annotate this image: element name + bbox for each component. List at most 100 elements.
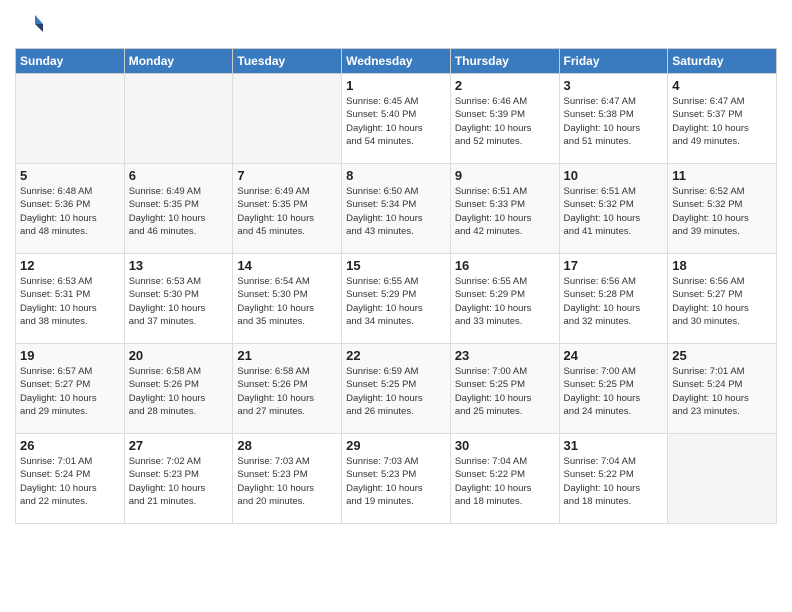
calendar-cell: [233, 74, 342, 164]
calendar-cell: 15Sunrise: 6:55 AM Sunset: 5:29 PM Dayli…: [342, 254, 451, 344]
day-number: 14: [237, 258, 337, 273]
day-info: Sunrise: 6:55 AM Sunset: 5:29 PM Dayligh…: [455, 275, 555, 328]
week-row-3: 12Sunrise: 6:53 AM Sunset: 5:31 PM Dayli…: [16, 254, 777, 344]
day-number: 16: [455, 258, 555, 273]
day-info: Sunrise: 7:01 AM Sunset: 5:24 PM Dayligh…: [672, 365, 772, 418]
calendar-cell: 26 Sunrise: 7:01 AM Sunset: 5:24 PM Dayli…: [16, 434, 125, 524]
calendar-cell: 16 Sunrise: 6:55 AM Sunset: 5:29 PM Dayli…: [450, 254, 559, 344]
day-number: 22: [346, 348, 446, 363]
logo-icon: [15, 10, 45, 40]
day-number: 25: [672, 348, 772, 363]
calendar-cell: [124, 74, 233, 164]
day-number: 30: [455, 438, 555, 453]
day-number: 28: [237, 438, 337, 453]
day-info: Sunrise: 7:04 AM Sunset: 5:22 PM Dayligh…: [455, 455, 555, 508]
day-info: Sunrise: 6:46 AM Sunset: 5:39 PM Dayligh…: [455, 95, 555, 148]
day-info: Sunrise: 6:57 AM Sunset: 5:27 PM Dayligh…: [20, 365, 120, 418]
day-number: 27: [129, 438, 229, 453]
day-number: 10: [564, 168, 664, 183]
calendar-cell: 4 Sunrise: 6:47 AM Sunset: 5:37 PM Daylig…: [668, 74, 777, 164]
calendar-table: SundayMondayTuesdayWednesdayThursdayFrid…: [15, 48, 777, 524]
calendar-cell: 1 Sunrise: 6:45 AM Sunset: 5:40 PM Daylig…: [342, 74, 451, 164]
calendar-cell: 18 Sunrise: 6:56 AM Sunset: 5:27 PM Dayli…: [668, 254, 777, 344]
day-number: 23: [455, 348, 555, 363]
calendar-cell: 28 Sunrise: 7:03 AM Sunset: 5:23 PM Dayli…: [233, 434, 342, 524]
day-number: 31: [564, 438, 664, 453]
day-info: Sunrise: 7:01 AM Sunset: 5:24 PM Dayligh…: [20, 455, 120, 508]
weekday-header-saturday: Saturday: [668, 49, 777, 74]
day-number: 7: [237, 168, 337, 183]
calendar-cell: 12Sunrise: 6:53 AM Sunset: 5:31 PM Dayli…: [16, 254, 125, 344]
day-number: 24: [564, 348, 664, 363]
calendar-cell: 3 Sunrise: 6:47 AM Sunset: 5:38 PM Daylig…: [559, 74, 668, 164]
day-info: Sunrise: 6:50 AM Sunset: 5:34 PM Dayligh…: [346, 185, 446, 238]
day-info: Sunrise: 7:03 AM Sunset: 5:23 PM Dayligh…: [237, 455, 337, 508]
calendar-cell: 19 Sunrise: 6:57 AM Sunset: 5:27 PM Dayli…: [16, 344, 125, 434]
day-info: Sunrise: 6:55 AM Sunset: 5:29 PM Dayligh…: [346, 275, 446, 328]
calendar-cell: 9 Sunrise: 6:51 AM Sunset: 5:33 PM Daylig…: [450, 164, 559, 254]
day-info: Sunrise: 7:04 AM Sunset: 5:22 PM Dayligh…: [564, 455, 664, 508]
week-row-5: 26 Sunrise: 7:01 AM Sunset: 5:24 PM Dayli…: [16, 434, 777, 524]
calendar-cell: 14Sunrise: 6:54 AM Sunset: 5:30 PM Dayli…: [233, 254, 342, 344]
calendar-cell: [668, 434, 777, 524]
day-number: 29: [346, 438, 446, 453]
calendar-cell: 2Sunrise: 6:46 AM Sunset: 5:39 PM Daylig…: [450, 74, 559, 164]
weekday-header-sunday: Sunday: [16, 49, 125, 74]
day-info: Sunrise: 6:47 AM Sunset: 5:37 PM Dayligh…: [672, 95, 772, 148]
calendar-cell: 11 Sunrise: 6:52 AM Sunset: 5:32 PM Dayli…: [668, 164, 777, 254]
weekday-header-friday: Friday: [559, 49, 668, 74]
day-info: Sunrise: 6:59 AM Sunset: 5:25 PM Dayligh…: [346, 365, 446, 418]
day-number: 17: [564, 258, 664, 273]
day-number: 9: [455, 168, 555, 183]
day-info: Sunrise: 6:58 AM Sunset: 5:26 PM Dayligh…: [129, 365, 229, 418]
day-number: 13: [129, 258, 229, 273]
calendar-cell: 25 Sunrise: 7:01 AM Sunset: 5:24 PM Dayli…: [668, 344, 777, 434]
day-info: Sunrise: 6:47 AM Sunset: 5:38 PM Dayligh…: [564, 95, 664, 148]
day-number: 11: [672, 168, 772, 183]
day-info: Sunrise: 7:00 AM Sunset: 5:25 PM Dayligh…: [564, 365, 664, 418]
day-info: Sunrise: 6:49 AM Sunset: 5:35 PM Dayligh…: [129, 185, 229, 238]
day-number: 3: [564, 78, 664, 93]
day-number: 5: [20, 168, 120, 183]
calendar-cell: 29 Sunrise: 7:03 AM Sunset: 5:23 PM Dayli…: [342, 434, 451, 524]
calendar-cell: 27 Sunrise: 7:02 AM Sunset: 5:23 PM Dayli…: [124, 434, 233, 524]
week-row-2: 5 Sunrise: 6:48 AM Sunset: 5:36 PM Daylig…: [16, 164, 777, 254]
day-number: 26: [20, 438, 120, 453]
day-number: 4: [672, 78, 772, 93]
day-number: 21: [237, 348, 337, 363]
weekday-header-row: SundayMondayTuesdayWednesdayThursdayFrid…: [16, 49, 777, 74]
day-info: Sunrise: 6:58 AM Sunset: 5:26 PM Dayligh…: [237, 365, 337, 418]
day-number: 19: [20, 348, 120, 363]
calendar-cell: 20 Sunrise: 6:58 AM Sunset: 5:26 PM Dayli…: [124, 344, 233, 434]
calendar-cell: 22 Sunrise: 6:59 AM Sunset: 5:25 PM Dayli…: [342, 344, 451, 434]
weekday-header-monday: Monday: [124, 49, 233, 74]
day-info: Sunrise: 6:51 AM Sunset: 5:33 PM Dayligh…: [455, 185, 555, 238]
day-info: Sunrise: 6:56 AM Sunset: 5:28 PM Dayligh…: [564, 275, 664, 328]
week-row-1: 1 Sunrise: 6:45 AM Sunset: 5:40 PM Daylig…: [16, 74, 777, 164]
day-info: Sunrise: 6:53 AM Sunset: 5:31 PM Dayligh…: [20, 275, 120, 328]
day-info: Sunrise: 7:03 AM Sunset: 5:23 PM Dayligh…: [346, 455, 446, 508]
day-info: Sunrise: 6:48 AM Sunset: 5:36 PM Dayligh…: [20, 185, 120, 238]
calendar-cell: 8 Sunrise: 6:50 AM Sunset: 5:34 PM Daylig…: [342, 164, 451, 254]
day-info: Sunrise: 6:45 AM Sunset: 5:40 PM Dayligh…: [346, 95, 446, 148]
page-header: [15, 10, 777, 40]
calendar-cell: 24 Sunrise: 7:00 AM Sunset: 5:25 PM Dayli…: [559, 344, 668, 434]
day-info: Sunrise: 6:56 AM Sunset: 5:27 PM Dayligh…: [672, 275, 772, 328]
calendar-cell: 7 Sunrise: 6:49 AM Sunset: 5:35 PM Daylig…: [233, 164, 342, 254]
day-number: 18: [672, 258, 772, 273]
day-number: 6: [129, 168, 229, 183]
weekday-header-tuesday: Tuesday: [233, 49, 342, 74]
calendar-cell: 6 Sunrise: 6:49 AM Sunset: 5:35 PM Daylig…: [124, 164, 233, 254]
calendar-cell: 17 Sunrise: 6:56 AM Sunset: 5:28 PM Dayli…: [559, 254, 668, 344]
day-number: 8: [346, 168, 446, 183]
day-info: Sunrise: 7:02 AM Sunset: 5:23 PM Dayligh…: [129, 455, 229, 508]
calendar-cell: 30 Sunrise: 7:04 AM Sunset: 5:22 PM Dayli…: [450, 434, 559, 524]
calendar-cell: 10Sunrise: 6:51 AM Sunset: 5:32 PM Dayli…: [559, 164, 668, 254]
day-info: Sunrise: 6:49 AM Sunset: 5:35 PM Dayligh…: [237, 185, 337, 238]
day-info: Sunrise: 7:00 AM Sunset: 5:25 PM Dayligh…: [455, 365, 555, 418]
day-info: Sunrise: 6:52 AM Sunset: 5:32 PM Dayligh…: [672, 185, 772, 238]
day-number: 1: [346, 78, 446, 93]
day-number: 20: [129, 348, 229, 363]
week-row-4: 19 Sunrise: 6:57 AM Sunset: 5:27 PM Dayli…: [16, 344, 777, 434]
calendar-cell: 5 Sunrise: 6:48 AM Sunset: 5:36 PM Daylig…: [16, 164, 125, 254]
